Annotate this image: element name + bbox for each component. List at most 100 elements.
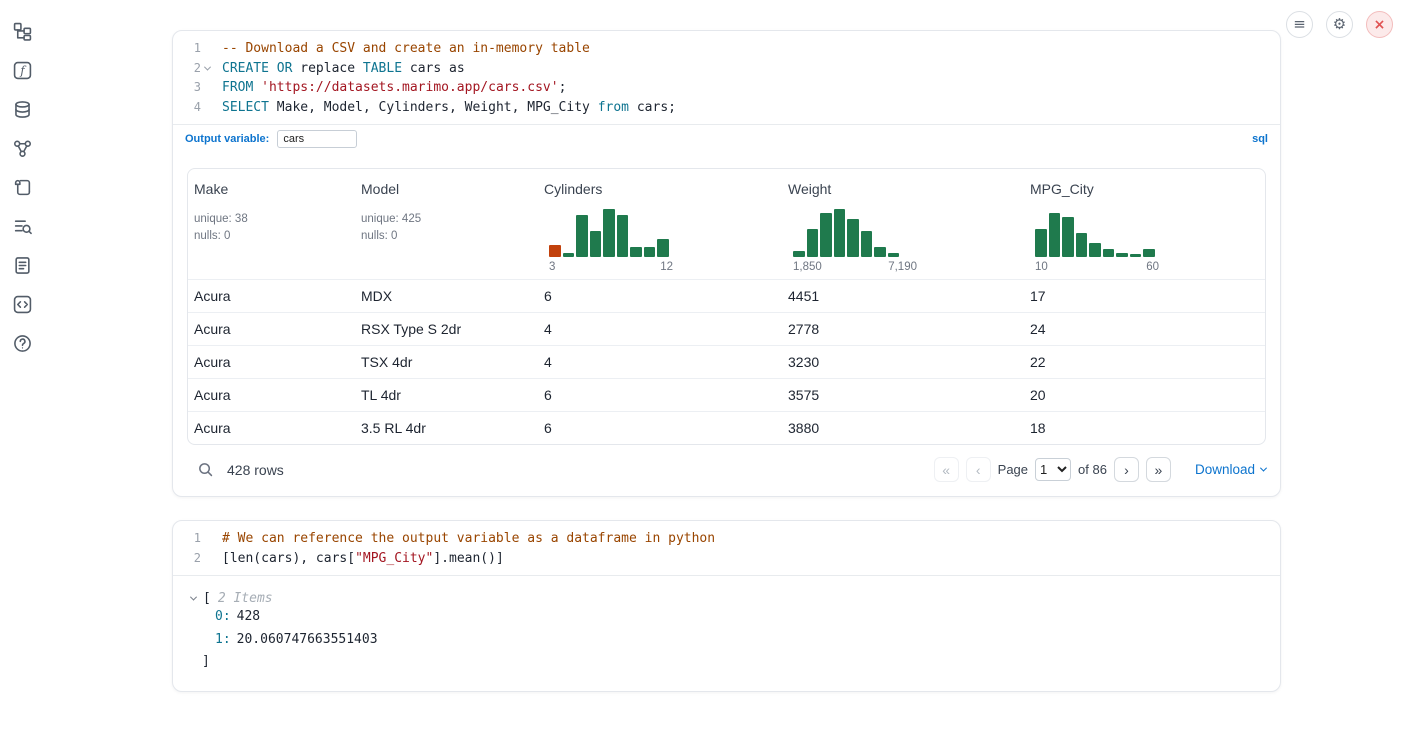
output-variable-input[interactable] [277, 130, 357, 148]
page-select[interactable]: 1 [1035, 458, 1071, 481]
token-str: "MPG_City" [355, 551, 433, 566]
documentation-icon[interactable] [9, 252, 35, 278]
token-plain: Make, Model, Cylinders, Weight, MPG_City [269, 100, 598, 115]
table-row[interactable]: Acura3.5 RL 4dr6388018 [188, 411, 1265, 444]
language-badge: sql [1252, 133, 1268, 145]
column-name[interactable]: Model [361, 181, 399, 197]
gutter: 2 [173, 549, 214, 569]
dependency-graph-icon[interactable] [9, 135, 35, 161]
histogram-bar[interactable] [793, 251, 805, 257]
help-icon[interactable] [9, 330, 35, 356]
sql-code-editor[interactable]: 1-- Download a CSV and create an in-memo… [173, 31, 1280, 124]
line-number: 2 [194, 59, 201, 79]
histogram-bar[interactable] [1116, 253, 1128, 257]
histogram-bar[interactable] [874, 247, 886, 257]
menu-button[interactable]: ≡ [1286, 11, 1313, 38]
chevron-down-icon [190, 594, 197, 601]
search-icon[interactable] [196, 461, 214, 479]
page-label: Page [998, 462, 1028, 477]
download-button[interactable]: Download [1195, 462, 1266, 477]
close-button[interactable]: × [1366, 11, 1393, 38]
histogram-bar[interactable] [1076, 233, 1088, 257]
histogram-bar[interactable] [820, 213, 832, 257]
code-text: # We can reference the output variable a… [214, 529, 715, 549]
histogram-bar[interactable] [617, 215, 629, 257]
tree-collapse-button[interactable] [191, 596, 203, 601]
table-cell: RSX Type S 2dr [355, 321, 538, 337]
histogram-bar[interactable] [1103, 249, 1115, 257]
column-name[interactable]: MPG_City [1030, 181, 1094, 197]
histogram-bar[interactable] [1035, 229, 1047, 257]
histogram-bar[interactable] [576, 215, 588, 257]
histogram-bar[interactable] [1130, 254, 1142, 257]
histogram-bar[interactable] [630, 247, 642, 257]
logs-icon[interactable] [9, 213, 35, 239]
sql-cell: 1-- Download a CSV and create an in-memo… [172, 30, 1281, 497]
table-cell: 4 [538, 354, 782, 370]
histogram-bar[interactable] [1143, 249, 1155, 257]
histogram-bar[interactable] [1049, 213, 1061, 257]
table-cell: 3880 [782, 420, 1024, 436]
axis-min: 3 [549, 261, 555, 273]
histogram-bars [549, 205, 673, 257]
python-code-editor[interactable]: 1 # We can reference the output variable … [173, 521, 1280, 575]
histogram-bar[interactable] [807, 229, 819, 257]
code-line: 2 CREATE OR replace TABLE cars as [173, 59, 1280, 79]
line-number: 1 [194, 529, 201, 549]
histogram-bars [1035, 205, 1159, 257]
tree-key: 1: [215, 632, 231, 647]
histogram-bar[interactable] [834, 209, 846, 257]
table-cell: 17 [1024, 288, 1265, 304]
bracket-open: [ [203, 591, 211, 606]
table-cell: 3230 [782, 354, 1024, 370]
stat-line: unique: 425 [361, 211, 538, 228]
gear-icon: ⚙ [1333, 17, 1346, 32]
table-row[interactable]: AcuraTSX 4dr4323022 [188, 345, 1265, 378]
table-row[interactable]: AcuraTL 4dr6357520 [188, 378, 1265, 411]
table-row[interactable]: AcuraRSX Type S 2dr4277824 [188, 312, 1265, 345]
axis-min: 10 [1035, 261, 1048, 273]
bracket-close: ] [202, 651, 1262, 673]
first-page-button[interactable]: « [934, 457, 959, 482]
code-text: SELECT Make, Model, Cylinders, Weight, M… [214, 98, 676, 118]
table-cell: 3575 [782, 387, 1024, 403]
histogram-bar[interactable] [1089, 243, 1101, 257]
table-row[interactable]: AcuraMDX6445117 [188, 279, 1265, 312]
code-text: CREATE OR replace TABLE cars as [214, 59, 465, 79]
table-cell: Acura [188, 354, 355, 370]
sidebar: f [0, 0, 44, 356]
token-kw: TABLE [363, 61, 402, 76]
previous-page-button[interactable]: ‹ [966, 457, 991, 482]
histogram-bar[interactable] [861, 231, 873, 257]
snippets-icon[interactable] [9, 291, 35, 317]
scratchpad-icon[interactable] [9, 174, 35, 200]
histogram-bar[interactable] [549, 245, 561, 257]
table-cell: MDX [355, 288, 538, 304]
line-number: 3 [194, 78, 201, 98]
tree-root: [ 2 Items [191, 591, 1262, 606]
token-plain [253, 80, 261, 95]
histogram-bar[interactable] [644, 247, 656, 257]
functions-icon[interactable]: f [9, 57, 35, 83]
histogram-bar[interactable] [1062, 217, 1074, 257]
histogram-bar[interactable] [590, 231, 602, 257]
table-cell: 4 [538, 321, 782, 337]
axis-max: 12 [660, 261, 673, 273]
column-stats: unique: 425nulls: 0 [361, 211, 538, 244]
histogram-bar[interactable] [888, 253, 900, 257]
column-name[interactable]: Make [194, 181, 228, 197]
column-name[interactable]: Cylinders [544, 181, 602, 197]
histogram-bar[interactable] [563, 253, 575, 257]
column-header: MPG_City1060 [1024, 181, 1265, 273]
datasets-icon[interactable] [9, 96, 35, 122]
settings-button[interactable]: ⚙ [1326, 11, 1353, 38]
file-tree-icon[interactable] [9, 18, 35, 44]
histogram-bar[interactable] [657, 239, 669, 257]
next-page-button[interactable]: › [1114, 457, 1139, 482]
last-page-button[interactable]: » [1146, 457, 1171, 482]
histogram-bar[interactable] [847, 219, 859, 257]
column-name[interactable]: Weight [788, 181, 831, 197]
histogram-bar[interactable] [603, 209, 615, 257]
fold-icon[interactable] [201, 66, 214, 71]
close-icon: × [1374, 18, 1386, 32]
